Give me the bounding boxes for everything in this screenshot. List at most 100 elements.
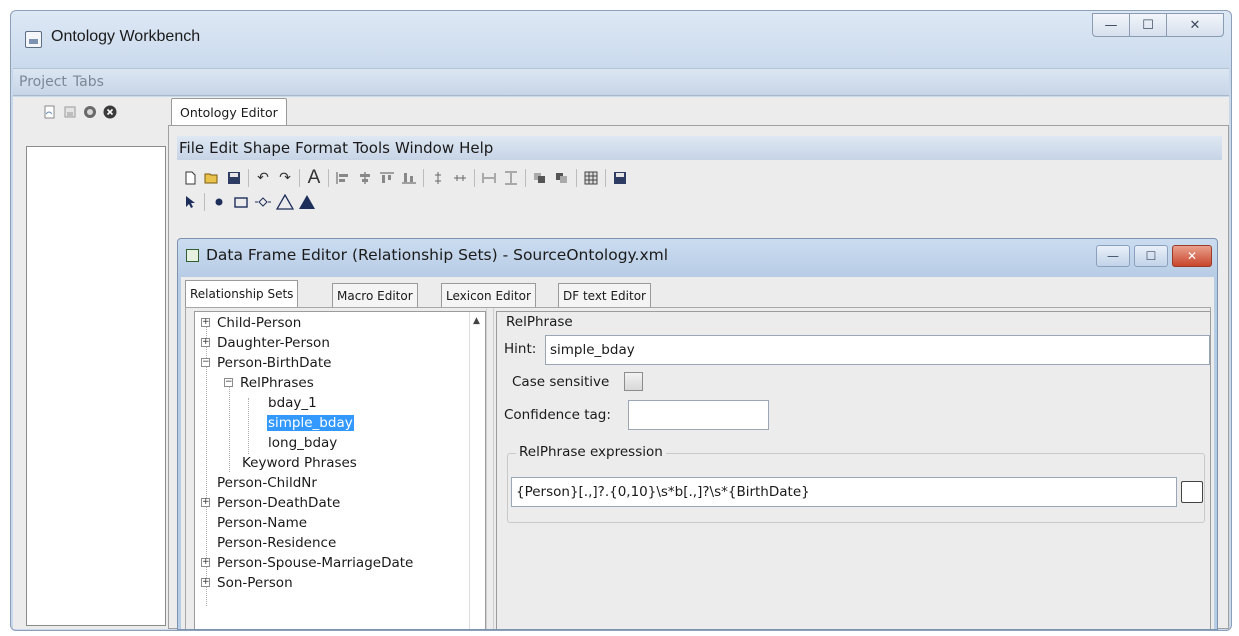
close-circle-icon[interactable] <box>103 105 117 119</box>
df-window-controls: — ☐ ✕ <box>1096 245 1212 267</box>
tree-item-long-bday[interactable]: long_bday <box>268 434 337 452</box>
editor-menubar: File Edit Shape Format Tools Window Help <box>177 136 1222 160</box>
case-sensitive-label: Case sensitive <box>512 374 610 390</box>
confidence-tag-label: Confidence tag: <box>504 407 611 423</box>
tree-item-keyword-phrases[interactable]: Keyword Phrases <box>242 454 357 472</box>
tree-guide-line <box>248 398 249 454</box>
relphrase-expression-group: RelPhrase expression {Person}[.,]?.{0,10… <box>507 444 1205 523</box>
triangle-outline-icon[interactable] <box>274 191 296 213</box>
save-file-icon[interactable] <box>63 105 77 119</box>
menu-file[interactable]: File <box>179 139 204 157</box>
tree-item-label: Keyword Phrases <box>242 455 357 471</box>
expand-icon[interactable]: + <box>201 338 210 347</box>
section-title: RelPhrase <box>506 314 573 330</box>
menu-shape[interactable]: Shape <box>243 139 290 157</box>
new-file-icon[interactable] <box>43 105 57 119</box>
case-sensitive-checkbox[interactable] <box>624 372 643 391</box>
expression-options-button[interactable] <box>1181 481 1203 503</box>
title-bar[interactable]: Ontology Workbench — ☐ ✕ <box>11 11 1231 61</box>
toolbar-separator <box>299 169 300 187</box>
tree-item-bday-1[interactable]: bday_1 <box>268 394 317 412</box>
save-icon[interactable] <box>223 167 245 189</box>
tree-item-label: Person-ChildNr <box>217 475 317 491</box>
same-width-icon[interactable] <box>478 167 500 189</box>
diamond-icon[interactable] <box>252 191 274 213</box>
collapse-icon[interactable]: − <box>224 378 233 387</box>
app-window: Ontology Workbench — ☐ ✕ Project Tabs On… <box>10 10 1232 631</box>
new-icon[interactable] <box>179 167 201 189</box>
edit-toolbar: ↶ ↷ A <box>179 166 631 190</box>
tree-item-label: Person-Name <box>217 515 308 531</box>
expand-icon[interactable]: + <box>201 558 210 567</box>
text-icon[interactable]: A <box>303 167 325 189</box>
tree-item-label: Son-Person <box>217 575 293 591</box>
tree-item-label-selected: simple_bday <box>267 415 354 431</box>
df-window-title: Data Frame Editor (Relationship Sets) - … <box>206 246 669 264</box>
hint-field[interactable]: simple_bday <box>545 335 1210 365</box>
tab-df-text-editor[interactable]: DF text Editor <box>558 283 651 307</box>
confidence-tag-field[interactable] <box>628 400 769 430</box>
tree-scrollbar[interactable]: ▲ <box>469 312 485 629</box>
project-list[interactable] <box>26 146 166 626</box>
relphrase-detail-panel: RelPhrase Hint: simple_bday Case sensiti… <box>496 311 1211 629</box>
df-window-body: Relationship Sets Macro Editor Lexicon E… <box>181 277 1214 629</box>
redo-icon[interactable]: ↷ <box>274 167 296 189</box>
tree-item-person-residence[interactable]: Person-Residence <box>217 534 336 552</box>
tree-guide-line <box>229 380 230 472</box>
send-back-icon[interactable] <box>551 167 573 189</box>
toolbar-separator <box>605 169 606 187</box>
tree-item-label: Person-Residence <box>217 535 337 551</box>
save-all-icon[interactable] <box>609 167 631 189</box>
relationship-sets-panel: ▲ + Child-Person + Daughter-Person − Per… <box>185 307 1211 629</box>
collapse-icon[interactable]: − <box>201 358 210 367</box>
expand-icon[interactable]: + <box>201 498 210 507</box>
relationship-tree[interactable]: ▲ + Child-Person + Daughter-Person − Per… <box>194 311 486 629</box>
align-left-icon[interactable] <box>332 167 354 189</box>
same-height-icon[interactable] <box>500 167 522 189</box>
tab-relationship-sets[interactable]: Relationship Sets <box>185 280 299 307</box>
align-center-icon[interactable] <box>354 167 376 189</box>
menu-tabs[interactable]: Tabs <box>73 74 104 90</box>
bring-front-icon[interactable] <box>529 167 551 189</box>
minimize-button[interactable]: — <box>1092 13 1130 37</box>
align-top-icon[interactable] <box>376 167 398 189</box>
distribute-vertical-icon[interactable] <box>427 167 449 189</box>
df-close-button[interactable]: ✕ <box>1172 245 1212 267</box>
df-maximize-button[interactable]: ☐ <box>1134 245 1168 267</box>
globe-icon[interactable] <box>83 105 97 119</box>
expand-icon[interactable]: + <box>201 318 210 327</box>
pointer-icon[interactable] <box>179 191 201 213</box>
grid-icon[interactable] <box>580 167 602 189</box>
dot-icon[interactable] <box>208 191 230 213</box>
window-title: Ontology Workbench <box>51 28 201 45</box>
tab-ontology-editor[interactable]: Ontology Editor <box>171 98 287 125</box>
open-icon[interactable] <box>201 167 223 189</box>
menu-format[interactable]: Format <box>295 139 348 157</box>
split-pane-divider[interactable] <box>486 308 494 629</box>
align-bottom-icon[interactable] <box>398 167 420 189</box>
tab-macro-editor[interactable]: Macro Editor <box>332 283 418 307</box>
tab-lexicon-editor[interactable]: Lexicon Editor <box>441 283 536 307</box>
rectangle-icon[interactable] <box>230 191 252 213</box>
triangle-filled-icon[interactable] <box>296 191 318 213</box>
df-minimize-button[interactable]: — <box>1096 245 1130 267</box>
expand-icon[interactable]: + <box>201 578 210 587</box>
distribute-horizontal-icon[interactable] <box>449 167 471 189</box>
maximize-button[interactable]: ☐ <box>1129 13 1167 37</box>
scroll-up-arrow-icon[interactable]: ▲ <box>473 316 480 326</box>
close-button[interactable]: ✕ <box>1166 13 1224 37</box>
toolbar-separator <box>474 169 475 187</box>
menu-window[interactable]: Window <box>395 139 454 157</box>
hint-label: Hint: <box>504 341 537 357</box>
relphrase-expression-field[interactable]: {Person}[.,]?.{0,10}\s*b[.,]?\s*{BirthDa… <box>511 477 1177 507</box>
undo-icon[interactable]: ↶ <box>252 167 274 189</box>
menu-project[interactable]: Project <box>19 74 67 90</box>
tree-item-person-childnr[interactable]: Person-ChildNr <box>217 474 317 492</box>
toolbar-separator <box>204 193 205 211</box>
tree-item-person-name[interactable]: Person-Name <box>217 514 307 532</box>
menu-tools[interactable]: Tools <box>353 139 390 157</box>
main-menubar: Project Tabs <box>13 68 1229 96</box>
menu-edit[interactable]: Edit <box>209 139 238 157</box>
menu-help[interactable]: Help <box>459 139 493 157</box>
tree-item-simple-bday[interactable]: simple_bday <box>267 414 354 432</box>
